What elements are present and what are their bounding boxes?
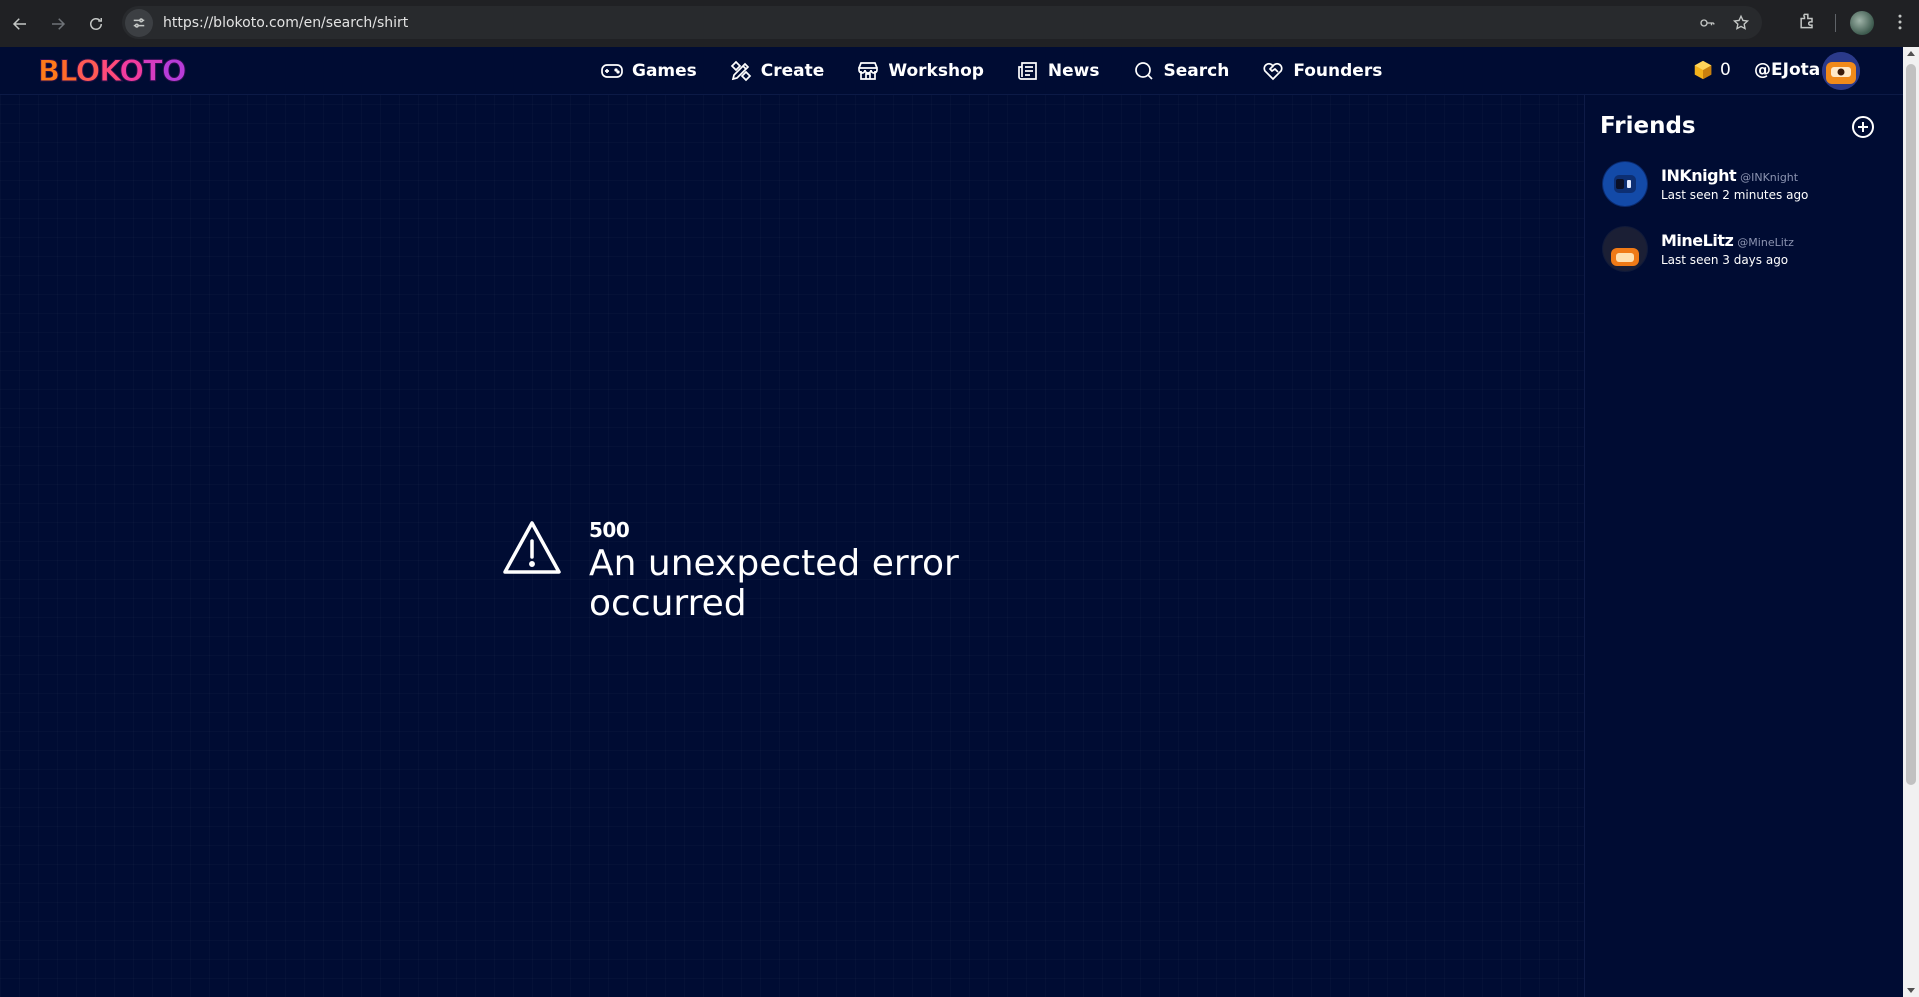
friend-avatar <box>1602 161 1648 207</box>
back-icon <box>12 17 26 30</box>
reload-button[interactable] <box>78 6 114 42</box>
toolbar-separator <box>1835 14 1836 32</box>
create-tools-icon <box>730 60 751 82</box>
site-header: BLOKOTO Games Create Workshop News Searc… <box>0 47 1903 95</box>
friend-item[interactable]: MineLitz @MineLitz Last seen 3 days ago <box>1602 226 1794 272</box>
page-scrollbar[interactable] <box>1903 47 1919 997</box>
reload-icon <box>90 17 102 30</box>
nav-workshop-label: Workshop <box>888 61 984 81</box>
friend-item[interactable]: INKnight @INKnight Last seen 2 minutes a… <box>1602 161 1808 207</box>
search-icon <box>1134 62 1153 80</box>
add-circle-icon <box>1852 116 1874 138</box>
error-message-block: 500 An unexpected error occurred <box>501 518 959 624</box>
nav-founders[interactable]: Founders <box>1261 59 1382 83</box>
nav-news[interactable]: News <box>1016 59 1100 83</box>
main-nav: Games Create Workshop News Search Founde… <box>600 47 1414 95</box>
currency-cube-icon <box>1694 60 1712 80</box>
friends-title: Friends <box>1600 113 1696 139</box>
address-bar[interactable]: https://blokoto.com/en/search/shirt <box>122 6 1762 39</box>
friend-handle: @MineLitz <box>1737 236 1794 249</box>
nav-news-label: News <box>1047 61 1100 81</box>
friend-last-seen: Last seen 2 minutes ago <box>1661 188 1809 202</box>
store-icon <box>858 62 879 80</box>
more-menu-button[interactable] <box>1890 12 1910 37</box>
friend-name: MineLitz <box>1661 231 1734 250</box>
nav-search-label: Search <box>1163 61 1230 81</box>
forward-button[interactable] <box>40 6 76 42</box>
logo-letter: O <box>119 54 145 89</box>
nav-games[interactable]: Games <box>600 59 697 83</box>
site-settings-button[interactable] <box>125 8 153 37</box>
logo-letter: T <box>143 54 164 89</box>
friend-handle: @INKnight <box>1740 171 1799 184</box>
blokoto-logo[interactable]: BLOKOTO <box>37 54 187 89</box>
add-friend-button[interactable] <box>1851 115 1875 139</box>
warning-icon <box>501 519 563 624</box>
scrollbar-thumb[interactable] <box>1906 64 1916 785</box>
nav-founders-label: Founders <box>1293 61 1383 81</box>
site-settings-icon <box>133 17 145 28</box>
more-menu-icon <box>1898 14 1902 30</box>
back-button[interactable] <box>2 6 38 42</box>
friend-avatar <box>1602 226 1648 272</box>
scroll-down-arrow[interactable] <box>1907 988 1915 993</box>
friends-panel: Friends INKnight @INKnight Last seen 2 m… <box>1584 95 1903 997</box>
newspaper-icon <box>1018 62 1037 80</box>
error-code: 500 <box>589 518 630 542</box>
nav-create[interactable]: Create <box>729 59 825 83</box>
scroll-up-arrow[interactable] <box>1907 51 1915 56</box>
gamepad-icon <box>601 64 623 78</box>
nav-search[interactable]: Search <box>1132 59 1230 83</box>
logo-letter: L <box>59 54 78 89</box>
user-avatar[interactable] <box>1822 52 1860 90</box>
logo-letter: O <box>75 54 101 89</box>
extensions-button[interactable] <box>1797 11 1817 36</box>
heart-handshake-icon <box>1263 62 1283 81</box>
profile-avatar[interactable] <box>1850 11 1874 35</box>
logo-letter: O <box>161 54 187 89</box>
currency-amount: 0 <box>1720 60 1731 80</box>
username[interactable]: @EJota <box>1754 60 1820 80</box>
nav-workshop[interactable]: Workshop <box>856 59 984 83</box>
forward-icon <box>52 17 66 30</box>
error-description: An unexpected error occurred <box>589 543 959 624</box>
url-text[interactable]: https://blokoto.com/en/search/shirt <box>163 15 408 31</box>
extensions-icon <box>1800 13 1813 29</box>
friend-last-seen: Last seen 3 days ago <box>1661 253 1789 267</box>
password-key-icon[interactable] <box>1698 14 1716 32</box>
logo-letter: K <box>99 54 121 89</box>
page-content: BLOKOTO Games Create Workshop News Searc… <box>0 47 1903 997</box>
friend-name: INKnight <box>1661 166 1737 185</box>
browser-toolbar: https://blokoto.com/en/search/shirt <box>0 0 1919 47</box>
logo-letter: B <box>37 54 60 89</box>
currency-balance[interactable]: 0 <box>1692 59 1731 81</box>
nav-games-label: Games <box>632 61 697 81</box>
bookmark-star-icon[interactable] <box>1732 14 1750 32</box>
user-avatar-image <box>1822 52 1860 90</box>
nav-create-label: Create <box>760 61 825 81</box>
